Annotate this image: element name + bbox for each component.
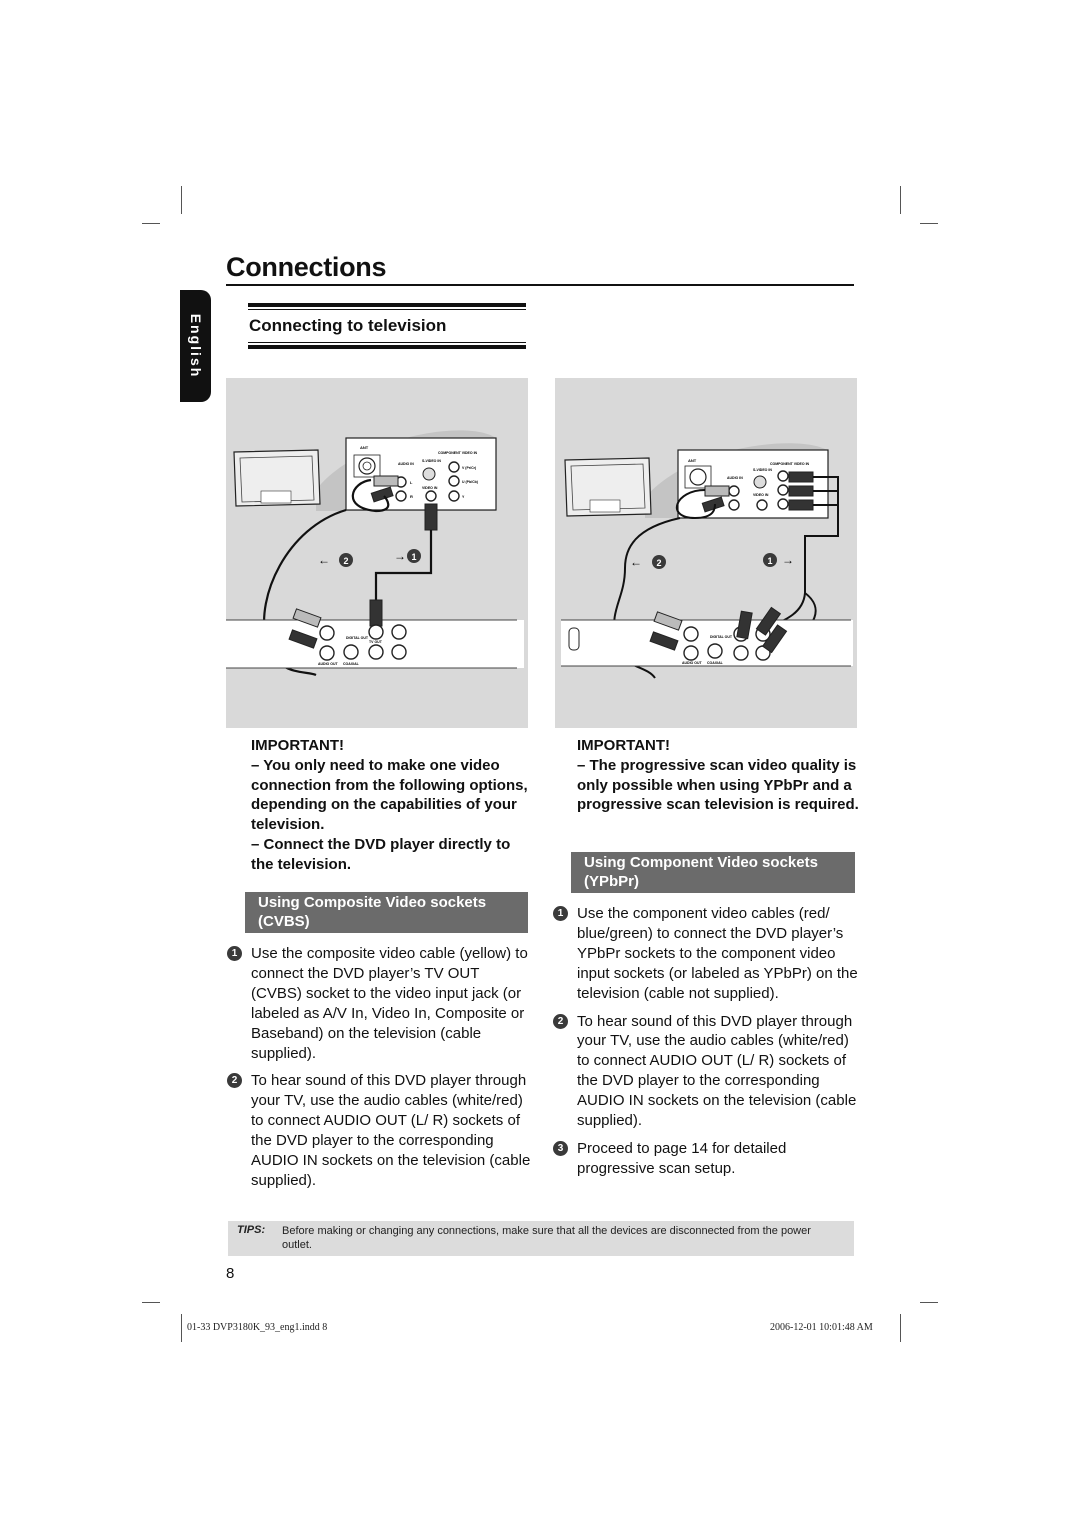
step-text: To hear sound of this DVD player through… xyxy=(251,1072,531,1189)
tips-box: TIPS: Before making or changing any conn… xyxy=(228,1221,854,1256)
language-tab-label: English xyxy=(187,313,204,379)
step-text: Proceed to page 14 for detailed progress… xyxy=(577,1139,787,1177)
step-number: 1 xyxy=(227,946,242,961)
label-ant: ANT xyxy=(360,445,369,450)
chapter-title: Connections xyxy=(226,252,387,282)
slug-timestamp: 2006-12-01 10:01:48 AM xyxy=(770,1322,873,1333)
important-note-left: IMPORTANT! – You only need to make one v… xyxy=(251,736,531,875)
step-text: Use the composite video cable (yellow) t… xyxy=(251,945,528,1062)
section-title: Connecting to television xyxy=(249,316,447,335)
important-line: – Connect the DVD player directly to the… xyxy=(251,835,511,873)
crop-mark xyxy=(900,186,901,214)
label-audio-in: AUDIO IN xyxy=(398,462,414,466)
video-cable xyxy=(374,530,433,608)
crop-mark xyxy=(142,223,160,224)
svg-text:→: → xyxy=(782,553,794,567)
component-section-band: Using Component Video sockets (YPbPr) xyxy=(571,852,855,893)
crop-mark xyxy=(920,1302,938,1303)
svg-text:2: 2 xyxy=(656,558,661,568)
svg-text:ANT: ANT xyxy=(688,458,697,463)
svg-text:AUDIO OUT: AUDIO OUT xyxy=(318,662,339,666)
svg-text:V (Pr/Cr): V (Pr/Cr) xyxy=(462,466,476,470)
important-heading: IMPORTANT! xyxy=(251,737,345,754)
step-number: 1 xyxy=(553,906,568,921)
step-number: 3 xyxy=(553,1140,568,1156)
svg-text:COAXIAL: COAXIAL xyxy=(707,661,724,665)
arrow-left-icon: ← xyxy=(318,553,330,567)
svg-text:COMPONENT VIDEO IN: COMPONENT VIDEO IN xyxy=(770,462,810,466)
step-number: 2 xyxy=(553,1013,568,1029)
composite-steps: 1 Use the composite video cable (yellow)… xyxy=(227,944,532,1191)
crop-mark xyxy=(181,186,182,214)
step-item: 1 Use the composite video cable (yellow)… xyxy=(227,944,532,1063)
label-s-video: S-VIDEO IN xyxy=(422,459,441,463)
step-text: Use the component video cables (red/ blu… xyxy=(577,905,858,1002)
svg-text:2: 2 xyxy=(343,556,348,566)
crop-mark xyxy=(181,1314,182,1342)
step-item: 1 Use the component video cables (red/ b… xyxy=(553,904,858,1004)
svg-text:AUDIO OUT: AUDIO OUT xyxy=(682,661,703,665)
svg-text:←: ← xyxy=(630,555,642,569)
section-rule-top-thin xyxy=(248,309,526,310)
component-connection-diagram: ANT AUDIO IN S-VIDEO IN VIDEO IN COMPONE… xyxy=(555,378,857,728)
composite-connection-diagram: ANT AUDIO IN L R S-VIDEO IN VIDEO IN COM… xyxy=(226,378,528,728)
svg-text:VIDEO IN: VIDEO IN xyxy=(753,493,769,497)
section-rule-top xyxy=(248,303,526,307)
step-item: 2 To hear sound of this DVD player throu… xyxy=(227,1071,532,1190)
component-steps: 1 Use the component video cables (red/ b… xyxy=(553,904,858,1179)
important-heading: IMPORTANT! xyxy=(577,737,671,754)
svg-text:R: R xyxy=(410,494,413,499)
crop-mark xyxy=(920,223,938,224)
video-plug xyxy=(424,503,438,531)
component-section-title: Using Component Video sockets (YPbPr) xyxy=(584,854,818,890)
composite-section-band: Using Composite Video sockets (CVBS) xyxy=(245,892,528,933)
language-tab: English xyxy=(180,290,211,402)
step-item: 3 Proceed to page 14 for detailed progre… xyxy=(553,1139,858,1179)
svg-text:DIGITAL OUT: DIGITAL OUT xyxy=(346,636,369,640)
page-number: 8 xyxy=(226,1265,235,1282)
title-rule xyxy=(226,284,854,286)
svg-text:1: 1 xyxy=(767,556,772,566)
section-rule-bottom xyxy=(248,345,526,349)
crop-mark xyxy=(900,1314,901,1342)
svg-text:COAXIAL: COAXIAL xyxy=(343,662,360,666)
svg-text:TV OUT: TV OUT xyxy=(369,640,383,644)
step-number: 2 xyxy=(227,1073,242,1089)
svg-text:AUDIO IN: AUDIO IN xyxy=(727,476,743,480)
step-item: 2 To hear sound of this DVD player throu… xyxy=(553,1012,858,1131)
svg-text:S-VIDEO IN: S-VIDEO IN xyxy=(753,468,772,472)
important-line: – The progressive scan video quality is … xyxy=(577,756,859,814)
composite-section-title: Using Composite Video sockets (CVBS) xyxy=(258,894,487,930)
step-text: To hear sound of this DVD player through… xyxy=(577,1012,857,1130)
tips-label: TIPS: xyxy=(237,1224,266,1236)
audio-plug-white xyxy=(373,475,399,487)
arrow-right-icon: → xyxy=(394,549,406,563)
svg-text:U (Pb/Cb): U (Pb/Cb) xyxy=(462,480,478,484)
crop-mark xyxy=(142,1302,160,1303)
important-line: – You only need to make one video connec… xyxy=(251,756,528,834)
section-rule-bottom-thin xyxy=(248,342,526,343)
television-icon xyxy=(233,449,321,507)
slug-filename: 01-33 DVP3180K_93_eng1.indd 8 xyxy=(187,1322,328,1333)
tips-text: Before making or changing any connection… xyxy=(282,1225,811,1251)
svg-text:DIGITAL OUT: DIGITAL OUT xyxy=(710,635,733,639)
svg-text:1: 1 xyxy=(411,552,416,562)
label-component: COMPONENT VIDEO IN xyxy=(438,451,478,455)
important-note-right: IMPORTANT! – The progressive scan video … xyxy=(577,736,859,815)
label-video-in: VIDEO IN xyxy=(422,486,438,490)
television-icon xyxy=(564,457,652,517)
